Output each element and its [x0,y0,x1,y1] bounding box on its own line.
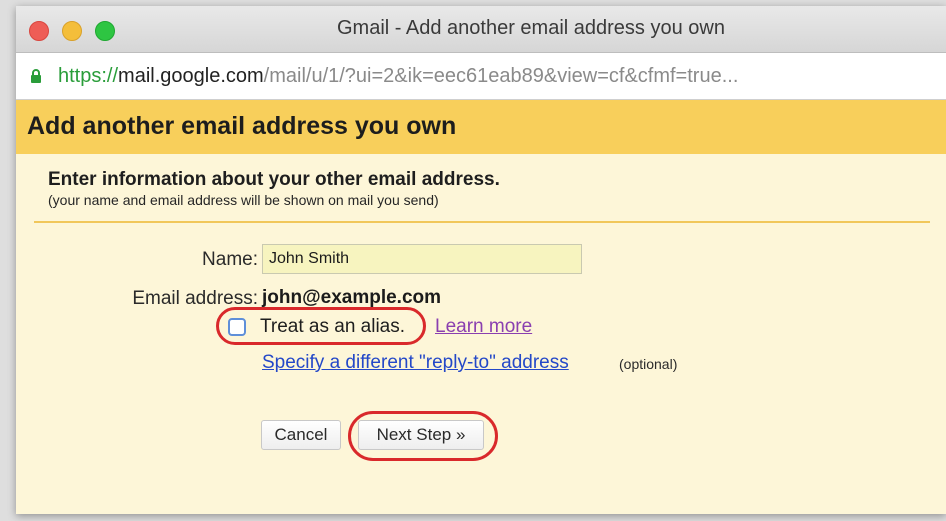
lock-icon [31,69,41,83]
email-address-value: john@example.com [262,287,442,308]
alias-option[interactable]: Treat as an alias. [216,307,430,349]
url-path: /mail/u/1/?ui=2&ik=eec61eab89&view=cf&cf… [263,65,739,87]
title-bar: Gmail - Add another email address you ow… [16,6,946,53]
close-window-button[interactable] [29,21,49,41]
minimize-window-button[interactable] [62,21,82,41]
name-input[interactable] [262,244,582,274]
section-divider [34,221,930,223]
treat-as-alias-label[interactable]: Treat as an alias. [260,316,405,338]
cancel-button[interactable]: Cancel [261,420,341,450]
intro-heading: Enter information about your other email… [48,169,500,190]
learn-more-link[interactable]: Learn more [435,316,532,338]
browser-window: Gmail - Add another email address you ow… [16,6,946,514]
window-title: Gmail - Add another email address you ow… [337,17,725,39]
treat-as-alias-checkbox[interactable] [228,318,246,336]
reply-to-link[interactable]: Specify a different "reply-to" address [262,352,569,374]
optional-note: (optional) [619,356,678,372]
name-label: Name: [202,249,258,270]
url-scheme: https:// [58,65,119,87]
url-text[interactable]: https://mail.google.com/mail/u/1/?ui=2&i… [58,65,938,88]
url-host: mail.google.com [118,65,264,87]
intro-subtext: (your name and email address will be sho… [48,192,439,208]
address-bar[interactable]: https://mail.google.com/mail/u/1/?ui=2&i… [16,53,946,100]
next-step-button[interactable]: Next Step » [358,420,484,450]
maximize-window-button[interactable] [95,21,115,41]
dialog-header: Add another email address you own [16,100,946,154]
dialog-title: Add another email address you own [27,112,457,140]
